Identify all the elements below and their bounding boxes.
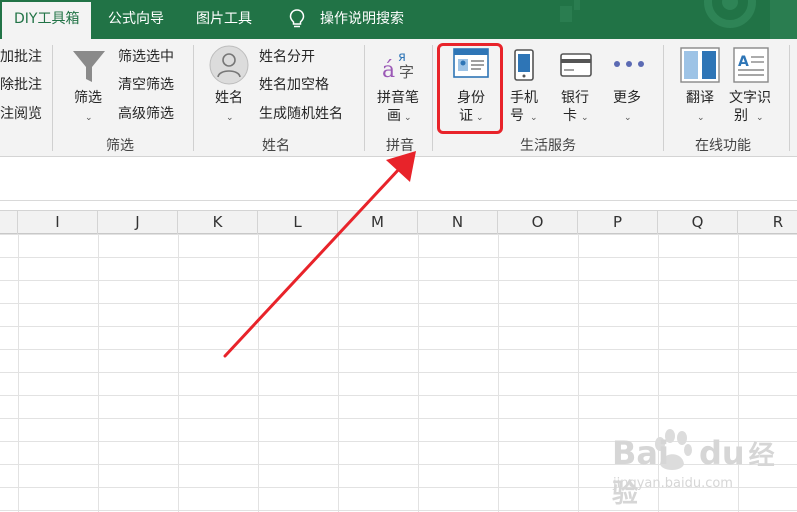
watermark-brand-part2: du	[698, 434, 745, 472]
watermark-brand-part1: Bai	[612, 434, 669, 472]
watermark-url: jingyan.baidu.com	[613, 476, 733, 491]
watermark-brand: Bai du 经验	[612, 434, 797, 510]
